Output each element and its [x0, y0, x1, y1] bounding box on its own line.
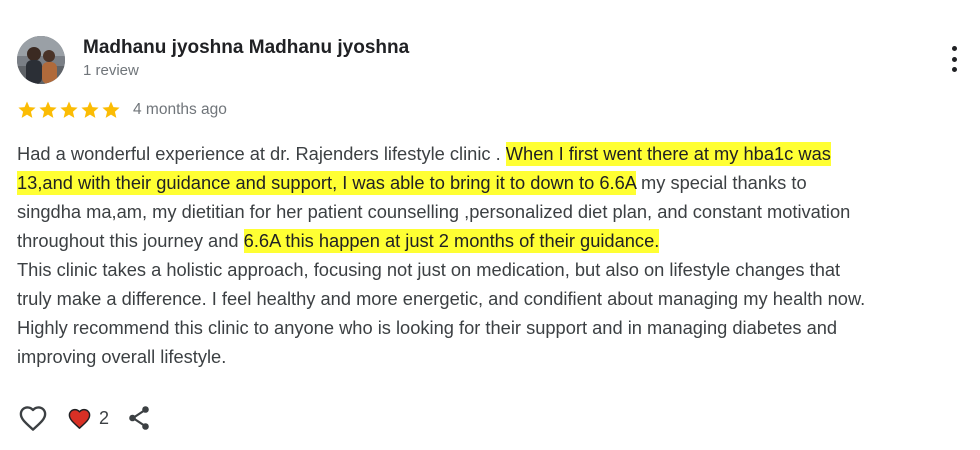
review-actions: 2: [17, 402, 153, 434]
review-text-segment: This clinic takes a holistic approach, f…: [17, 259, 841, 280]
avatar[interactable]: [17, 36, 65, 84]
highlighted-text: 6.6A this happen at just 2 months of the…: [243, 229, 660, 253]
star-icon: [39, 101, 57, 118]
review-text-segment: my special thanks to: [635, 172, 807, 193]
share-button[interactable]: [125, 402, 153, 434]
review-text-segment: truly make a difference. I feel healthy …: [17, 288, 866, 309]
more-options-button[interactable]: [940, 44, 968, 74]
star-icon: [18, 101, 36, 118]
review-text-line: Highly recommend this clinic to anyone w…: [17, 313, 977, 342]
heart-filled-icon: [68, 408, 91, 429]
review-text-line: improving overall lifestyle.: [17, 342, 977, 371]
review-text-line: truly make a difference. I feel healthy …: [17, 284, 977, 313]
avatar-photo: [17, 36, 65, 84]
review-text-segment: throughout this journey and: [17, 230, 244, 251]
star-icon: [60, 101, 78, 118]
review-card: Madhanu jyoshna Madhanu jyoshna 1 review…: [0, 0, 980, 450]
reaction-button[interactable]: 2: [67, 402, 109, 434]
review-text-line: Had a wonderful experience at dr. Rajend…: [17, 139, 977, 168]
review-text-line: singdha ma,am, my dietitian for her pati…: [17, 197, 977, 226]
share-icon: [129, 406, 149, 430]
more-vert-icon-dot: [951, 56, 957, 62]
review-text-segment: Had a wonderful experience at dr. Rajend…: [17, 143, 506, 164]
review-text-segment: improving overall lifestyle.: [17, 346, 227, 367]
author-name[interactable]: Madhanu jyoshna Madhanu jyoshna: [83, 37, 409, 59]
review-text-line: throughout this journey and 6.6A this ha…: [17, 226, 977, 255]
star-icon: [102, 101, 120, 118]
like-button[interactable]: [17, 402, 49, 434]
star-rating: [17, 100, 122, 120]
highlighted-text: 13,and with their guidance and support, …: [17, 171, 636, 195]
reaction-count: 2: [99, 407, 110, 428]
more-vert-icon: [951, 46, 957, 51]
more-vert-icon-dot: [951, 67, 957, 72]
star-icon: [81, 101, 99, 118]
review-text-segment: Highly recommend this clinic to anyone w…: [17, 317, 838, 338]
review-text-line: This clinic takes a holistic approach, f…: [17, 255, 977, 284]
rating-row: 4 months ago: [17, 98, 227, 122]
heart-outline-icon: [19, 406, 47, 431]
review-text-line: 13,and with their guidance and support, …: [17, 168, 977, 197]
review-text: Had a wonderful experience at dr. Rajend…: [17, 139, 977, 371]
highlighted-text: When I first went there at my hba1c was: [505, 142, 831, 166]
review-text-segment: singdha ma,am, my dietitian for her pati…: [17, 201, 851, 222]
review-date: 4 months ago: [133, 101, 227, 118]
author-review-count: 1 review: [83, 62, 139, 79]
